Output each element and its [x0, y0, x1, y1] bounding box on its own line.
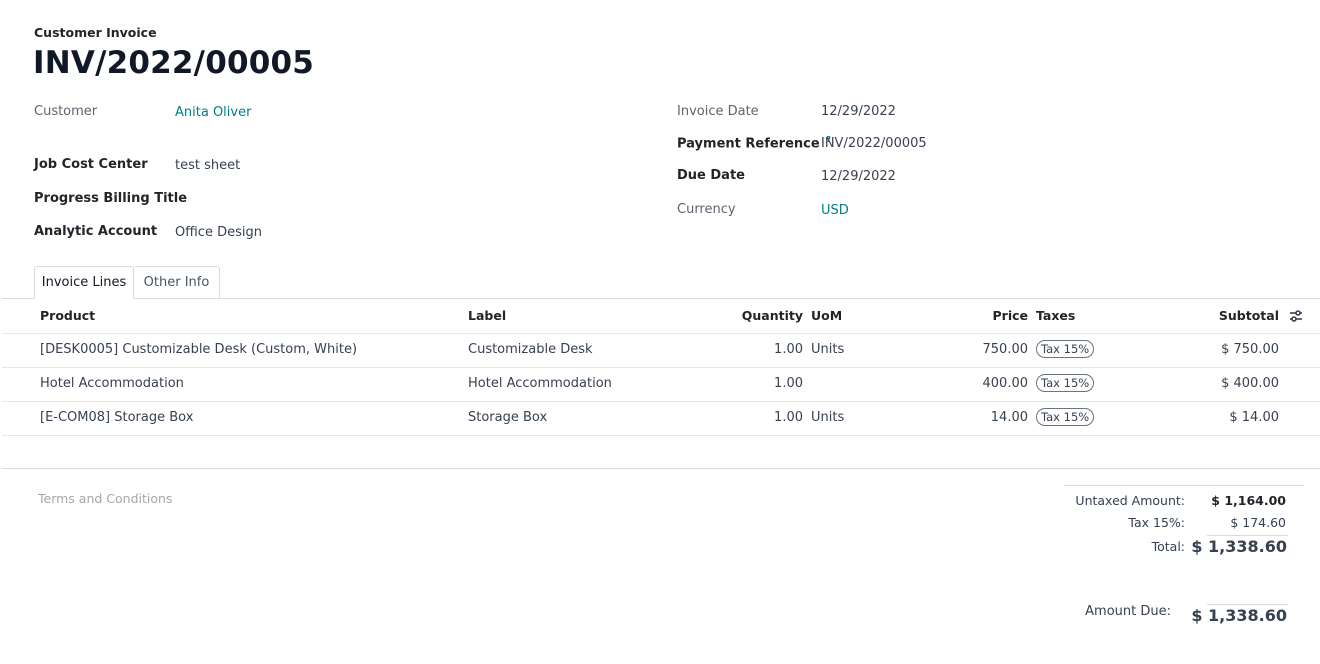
- column-header-subtotal[interactable]: Subtotal: [1190, 308, 1279, 323]
- amount-due-divider: [1207, 604, 1288, 605]
- tab-other-info[interactable]: Other Info: [134, 266, 220, 299]
- column-header-label[interactable]: Label: [468, 308, 506, 323]
- tax-badge[interactable]: Tax 15%: [1036, 340, 1095, 358]
- tabs-divider: [2, 298, 1320, 299]
- tax-value: $ 174.60: [1230, 515, 1286, 530]
- row-price[interactable]: 400.00: [960, 376, 1029, 391]
- totals-top-divider: [1064, 485, 1304, 486]
- row-price[interactable]: 750.00: [960, 342, 1029, 357]
- due-date-label: Due Date: [677, 168, 745, 183]
- invoice-date-value[interactable]: 12/29/2022: [821, 104, 896, 119]
- row-uom[interactable]: Units: [811, 410, 844, 425]
- job-cost-center-value[interactable]: test sheet: [175, 158, 240, 173]
- sliders-icon[interactable]: [1289, 309, 1303, 323]
- currency-label: Currency: [677, 202, 736, 217]
- row-product[interactable]: [DESK0005] Customizable Desk (Custom, Wh…: [40, 342, 357, 357]
- untaxed-amount-value: $ 1,164.00: [1211, 493, 1286, 508]
- due-date-value[interactable]: 12/29/2022: [821, 169, 896, 184]
- progress-billing-title-field[interactable]: [175, 192, 375, 208]
- row-quantity[interactable]: 1.00: [720, 342, 803, 357]
- customer-link[interactable]: Anita Oliver: [175, 105, 251, 120]
- terms-and-conditions-field[interactable]: Terms and Conditions: [38, 491, 172, 506]
- document-type-label: Customer Invoice: [34, 25, 157, 40]
- column-header-uom[interactable]: UoM: [811, 308, 842, 323]
- column-header-price[interactable]: Price: [960, 308, 1029, 323]
- row-subtotal: $ 14.00: [1229, 410, 1279, 425]
- total-label: Total:: [1151, 539, 1185, 554]
- total-value: $ 1,338.60: [1191, 537, 1287, 556]
- untaxed-amount-label: Untaxed Amount:: [1075, 493, 1185, 508]
- amount-due-value: $ 1,338.60: [1191, 606, 1287, 625]
- table-row[interactable]: Hotel Accommodation Hotel Accommodation …: [2, 367, 1320, 402]
- tab-invoice-lines[interactable]: Invoice Lines: [34, 266, 134, 299]
- analytic-account-label: Analytic Account: [34, 224, 158, 239]
- payment-reference-value[interactable]: INV/2022/00005: [821, 136, 927, 151]
- column-header-quantity[interactable]: Quantity: [720, 308, 803, 323]
- table-row[interactable]: [E-COM08] Storage Box Storage Box 1.00 U…: [2, 401, 1320, 436]
- row-subtotal: $ 750.00: [1221, 342, 1279, 357]
- table-bottom-divider: [2, 468, 1320, 469]
- invoice-number-title: INV/2022/00005: [33, 45, 315, 81]
- job-cost-center-label: Job Cost Center: [34, 157, 148, 172]
- column-header-product[interactable]: Product: [40, 308, 95, 323]
- row-product[interactable]: Hotel Accommodation: [40, 376, 184, 391]
- payment-reference-label-text: Payment Reference: [677, 136, 820, 152]
- row-quantity[interactable]: 1.00: [720, 410, 803, 425]
- row-label[interactable]: Customizable Desk: [468, 342, 593, 357]
- row-label[interactable]: Hotel Accommodation: [468, 376, 612, 391]
- tax-label: Tax 15%:: [1128, 515, 1185, 530]
- progress-billing-title-label: Progress Billing Title: [34, 191, 188, 206]
- amount-due-label: Amount Due:: [1085, 604, 1171, 619]
- analytic-account-value[interactable]: Office Design: [175, 225, 262, 240]
- table-row[interactable]: [DESK0005] Customizable Desk (Custom, Wh…: [2, 333, 1320, 368]
- row-subtotal: $ 400.00: [1221, 376, 1279, 391]
- currency-link[interactable]: USD: [821, 203, 849, 218]
- row-price[interactable]: 14.00: [960, 410, 1028, 425]
- tax-badge[interactable]: Tax 15%: [1036, 408, 1095, 426]
- payment-reference-label: Payment Reference ?: [677, 135, 831, 151]
- customer-label: Customer: [34, 104, 98, 119]
- row-product[interactable]: [E-COM08] Storage Box: [40, 410, 193, 425]
- row-quantity[interactable]: 1.00: [720, 376, 803, 391]
- totals-divider: [1207, 535, 1288, 536]
- tax-badge[interactable]: Tax 15%: [1036, 374, 1095, 392]
- column-header-taxes[interactable]: Taxes: [1036, 308, 1075, 323]
- row-label[interactable]: Storage Box: [468, 410, 547, 425]
- row-uom[interactable]: Units: [811, 342, 844, 357]
- invoice-date-label: Invoice Date: [677, 104, 759, 119]
